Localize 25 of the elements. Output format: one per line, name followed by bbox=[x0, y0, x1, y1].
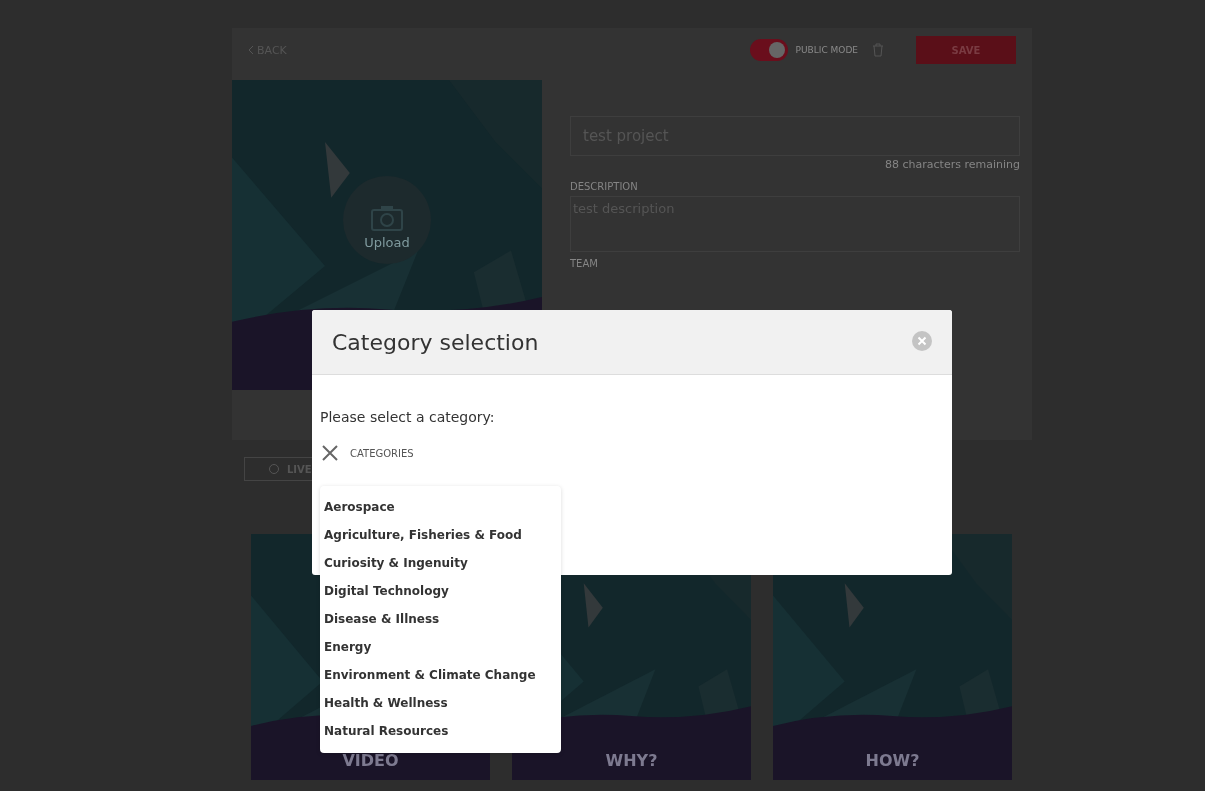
trash-icon[interactable] bbox=[872, 43, 884, 57]
card-label: WHY? bbox=[604, 751, 659, 770]
camera-icon bbox=[371, 205, 403, 231]
card-label: VIDEO bbox=[341, 751, 400, 770]
description-label: DESCRIPTION bbox=[570, 181, 639, 192]
categories-label: CATEGORIES bbox=[350, 447, 414, 459]
category-option[interactable]: Curiosity & Ingenuity bbox=[320, 549, 561, 577]
character-counter: 88 characters remaining bbox=[885, 158, 1020, 171]
dialog-title: Category selection bbox=[332, 329, 540, 355]
team-label: TEAM bbox=[570, 258, 599, 269]
category-prompt: Please select a category: bbox=[320, 409, 496, 425]
public-mode-toggle[interactable] bbox=[749, 39, 788, 61]
category-option[interactable]: Disease & Illness bbox=[320, 605, 561, 633]
category-option[interactable]: Health & Wellness bbox=[320, 689, 561, 717]
category-option[interactable]: Agriculture, Fisheries & Food bbox=[320, 521, 561, 549]
card-label: HOW? bbox=[864, 751, 921, 770]
close-button[interactable] bbox=[912, 330, 932, 354]
category-option[interactable]: Environment & Climate Change bbox=[320, 661, 561, 689]
category-option[interactable]: Digital Technology bbox=[320, 577, 561, 605]
public-mode-label: PUBLIC MODE bbox=[795, 45, 858, 55]
clear-icon[interactable] bbox=[322, 445, 338, 461]
category-option[interactable]: Natural Resources bbox=[320, 717, 561, 745]
category-option[interactable]: Energy bbox=[320, 633, 561, 661]
chevron-left-icon bbox=[248, 45, 254, 55]
category-option[interactable]: Aerospace bbox=[320, 493, 561, 521]
